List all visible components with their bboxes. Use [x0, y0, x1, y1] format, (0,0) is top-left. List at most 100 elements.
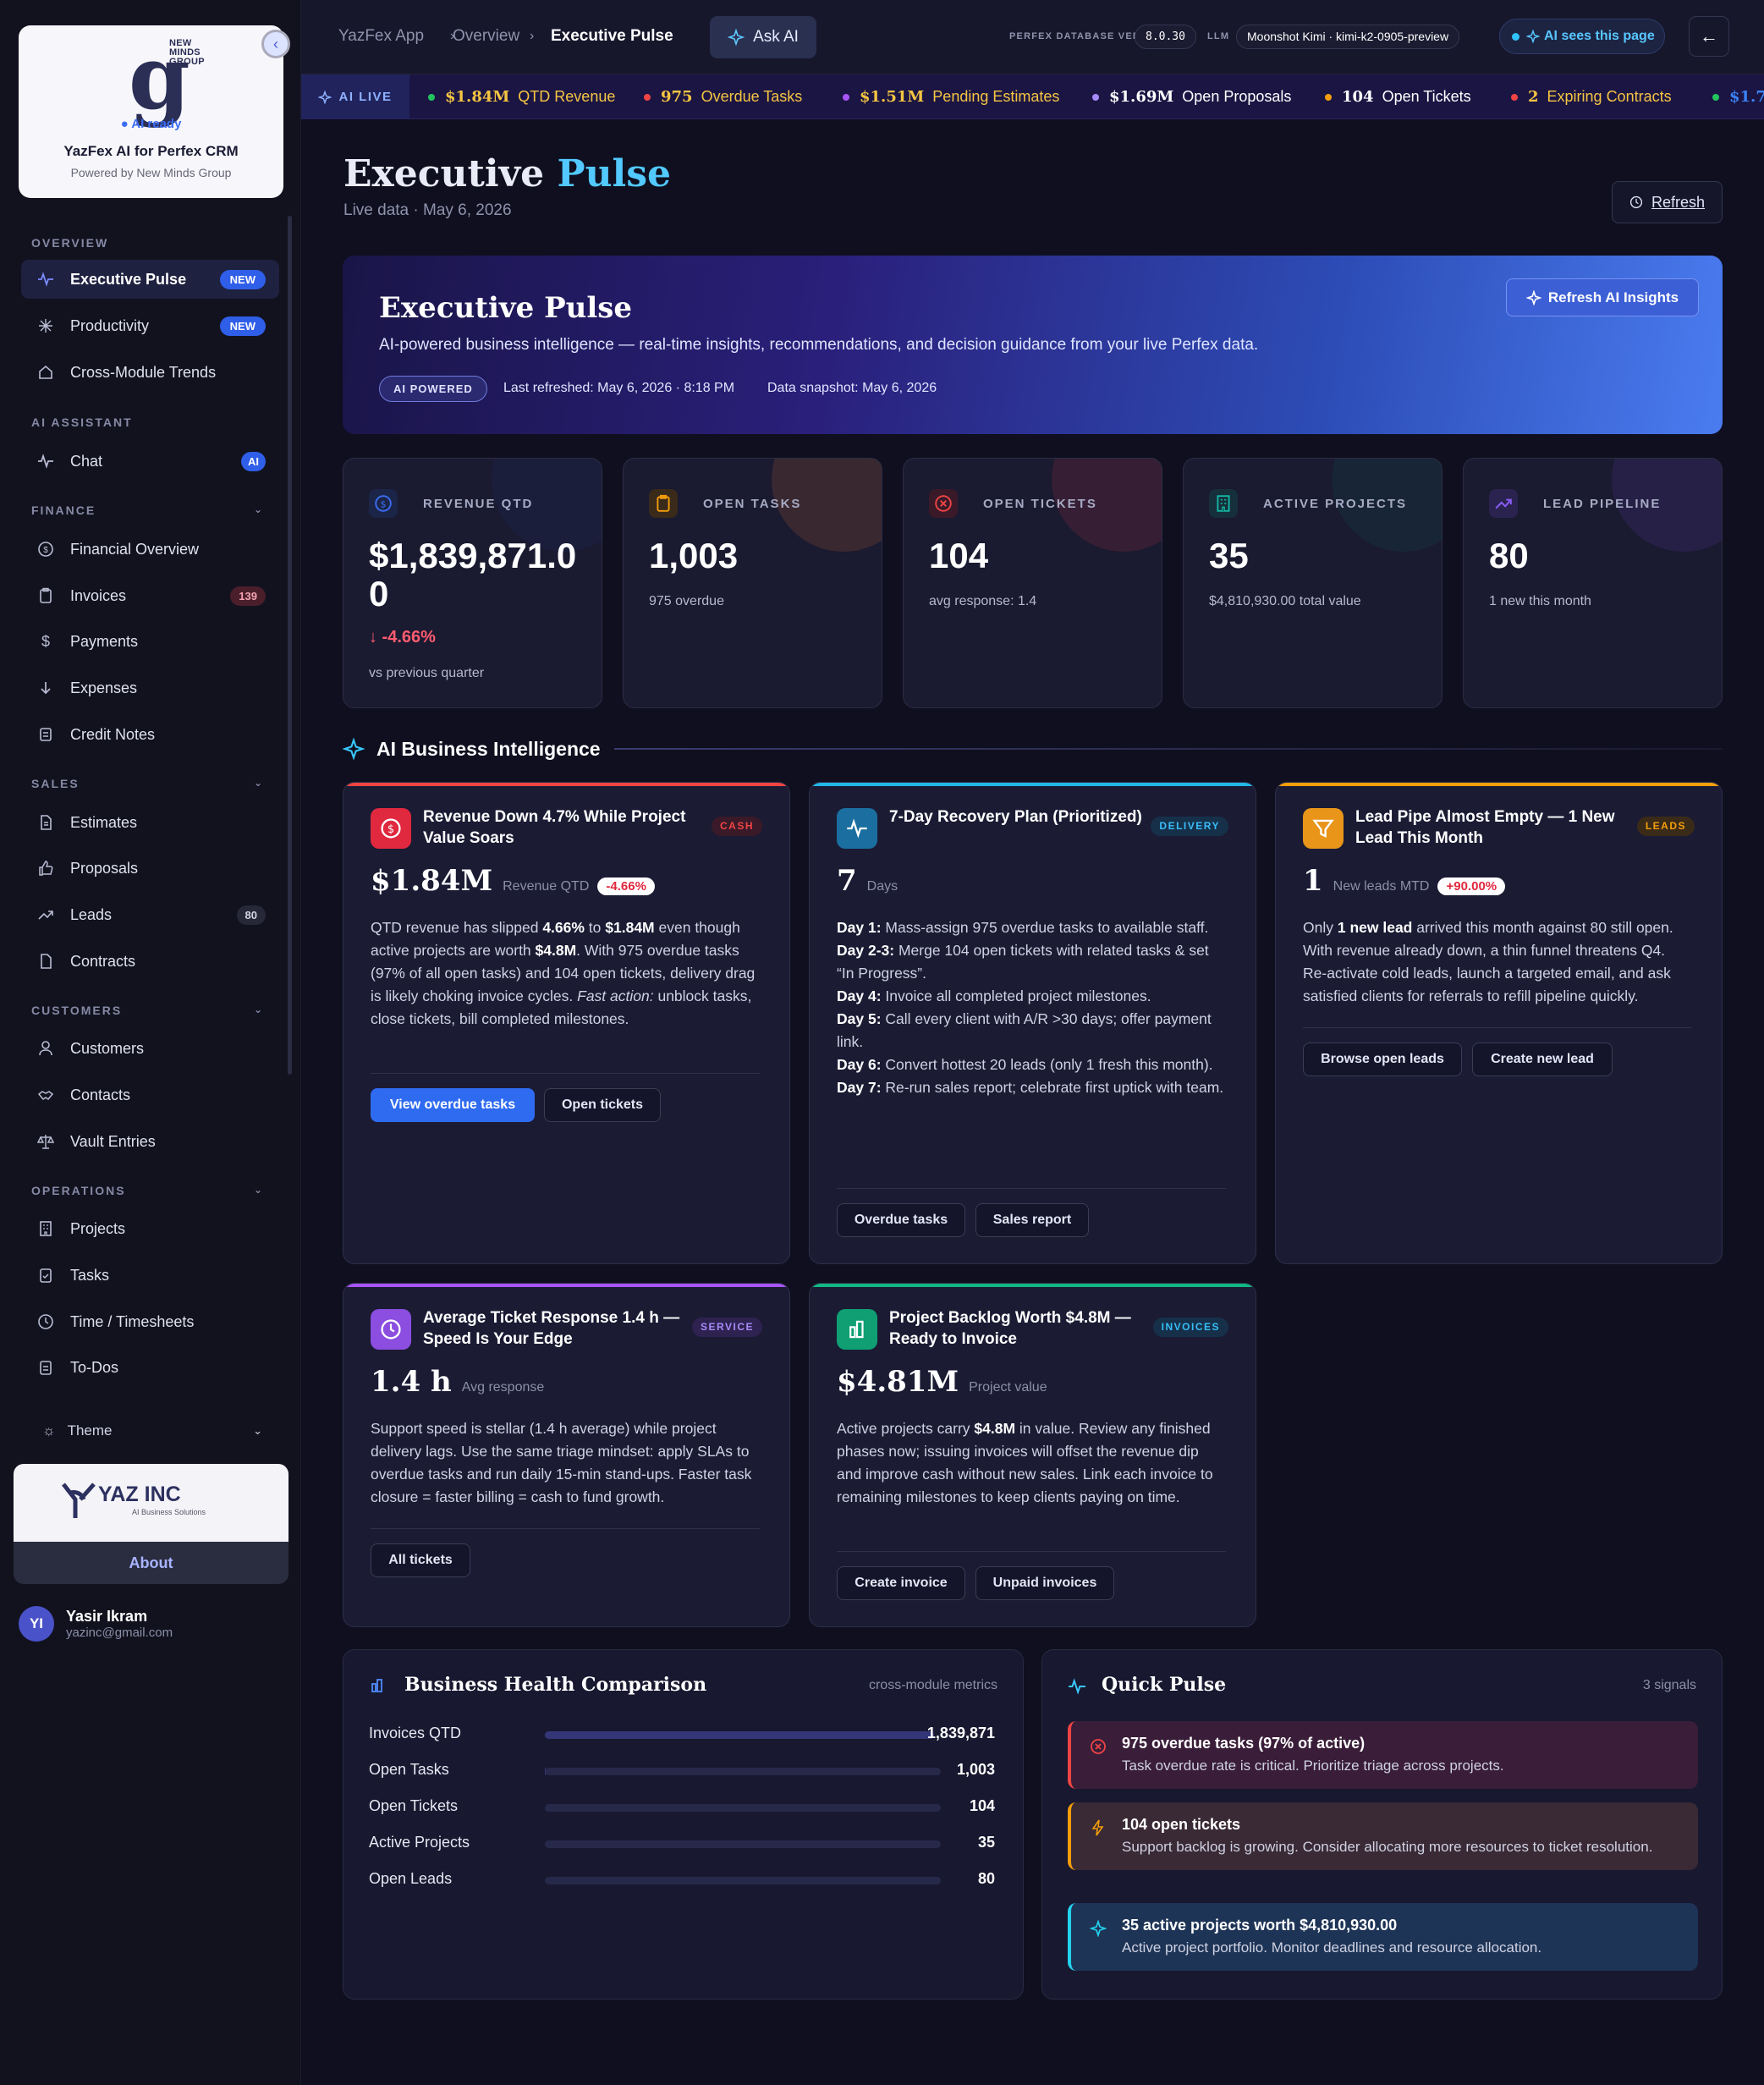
insight-revenue: $ Revenue Down 4.7% While Project Value … [343, 782, 790, 1264]
collapse-sidebar-button[interactable]: ‹ [261, 30, 290, 58]
refresh-button[interactable]: Refresh [1612, 181, 1723, 223]
unpaid-invoices-button[interactable]: Unpaid invoices [975, 1566, 1114, 1600]
section-operations[interactable]: OPERATIONS ⌄ [31, 1184, 262, 1197]
breadcrumb-app[interactable]: YazFex App [338, 27, 424, 46]
refresh-ai-insights-button[interactable]: Refresh AI Insights [1506, 278, 1699, 316]
section-finance[interactable]: FINANCE ⌄ [31, 503, 262, 517]
sidebar-item-to-dos[interactable]: To-Dos [21, 1348, 279, 1387]
sidebar-item-tasks[interactable]: Tasks [21, 1256, 279, 1295]
count-badge: 139 [230, 586, 266, 606]
chevron-down-icon: ⌄ [254, 503, 265, 515]
sidebar-item-expenses[interactable]: Expenses [21, 668, 279, 707]
sidebar-item-contracts[interactable]: Contracts [21, 942, 279, 981]
recovery-plan-list: Day 1: Mass-assign 975 overdue tasks to … [837, 916, 1226, 1099]
brand-card: g NEW MINDS GROUP ‹ ● AI ready YazFex AI f… [19, 25, 290, 198]
create-invoice-button[interactable]: Create invoice [837, 1566, 965, 1600]
health-row: Open Tasks 1,003 [369, 1761, 995, 1783]
signal-desc: Active project portfolio. Monitor deadli… [1122, 1939, 1542, 1956]
sidebar-item-leads[interactable]: Leads 80 [21, 895, 279, 934]
section-customers[interactable]: CUSTOMERS ⌄ [31, 1004, 262, 1017]
plan-step: Day 4: Invoice all completed project mil… [837, 987, 1151, 1004]
ticker-item[interactable]: 104 Open Tickets [1325, 88, 1471, 106]
dollar-icon: $ [41, 632, 50, 650]
sidebar-item-productivity[interactable]: Productivity NEW [21, 306, 279, 345]
sales-report-button[interactable]: Sales report [975, 1203, 1089, 1237]
sidebar-item-financial-overview[interactable]: $ Financial Overview [21, 530, 279, 569]
all-tickets-button[interactable]: All tickets [371, 1543, 470, 1577]
llm-model-pill[interactable]: Moonshot Kimi · kimi-k2-0905-preview [1236, 25, 1460, 49]
chart-bar-icon [371, 1679, 382, 1692]
chevron-down-icon: ⌄ [254, 777, 265, 789]
building-icon [1209, 489, 1238, 518]
sidebar-item-label: Projects [70, 1219, 126, 1237]
sidebar-item-executive-pulse[interactable]: Executive Pulse NEW [21, 260, 279, 299]
sidebar-item-credit-notes[interactable]: Credit Notes [21, 715, 279, 754]
sidebar-scrollbar[interactable] [288, 216, 292, 1075]
view-overdue-tasks-button[interactable]: View overdue tasks [371, 1088, 535, 1122]
sidebar-item-label: Productivity [70, 316, 150, 334]
user-profile[interactable]: YI Yasir Ikram yazinc@gmail.com [19, 1606, 173, 1642]
funnel-icon [1303, 808, 1344, 849]
ticker-item[interactable]: 975 Overdue Tasks [644, 88, 802, 106]
svg-text:$: $ [43, 546, 48, 555]
last-refreshed: Last refreshed: May 6, 2026 · 8:18 PM [503, 381, 735, 395]
kpi-active-projects[interactable]: ACTIVE PROJECTS 35 $4,810,930.00 total v… [1183, 458, 1443, 708]
ask-ai-button[interactable]: Ask AI [710, 16, 816, 58]
sidebar-item-contacts[interactable]: Contacts [21, 1076, 279, 1114]
kpi-revenue-qtd[interactable]: $ REVENUE QTD $1,839,871.00 ↓ -4.66% vs … [343, 458, 602, 708]
sidebar-item-proposals[interactable]: Proposals [21, 849, 279, 888]
ticker-item[interactable]: $1.84M QTD Revenue [428, 88, 615, 106]
ticker-item[interactable]: 2 Expiring Contracts [1511, 88, 1672, 106]
ai-sees-page-toggle[interactable]: AI sees this page [1499, 19, 1665, 54]
insight-title: Lead Pipe Almost Empty — 1 New Lead This… [1355, 808, 1615, 847]
back-arrow-button[interactable]: ← [1689, 16, 1729, 57]
sidebar-item-vault-entries[interactable]: Vault Entries [21, 1122, 279, 1161]
health-bar-fill [545, 1731, 934, 1739]
ticker-item[interactable]: $1.7 [1712, 88, 1764, 106]
sidebar-item-cross-module-trends[interactable]: Cross-Module Trends [21, 353, 279, 392]
breadcrumb-overview[interactable]: Overview [453, 27, 519, 46]
about-button[interactable]: About [14, 1542, 289, 1584]
plan-step: Day 6: Convert hottest 20 leads (only 1 … [837, 1056, 1213, 1073]
ask-ai-label: Ask AI [753, 28, 799, 46]
overdue-tasks-button[interactable]: Overdue tasks [837, 1203, 965, 1237]
sidebar-item-customers[interactable]: Customers [21, 1029, 279, 1068]
sidebar-item-label: Financial Overview [70, 540, 200, 558]
ai-badge: AI [241, 452, 266, 471]
sparkle-icon [728, 29, 745, 46]
theme-selector[interactable]: ☼ Theme ⌄ [42, 1418, 262, 1444]
kpi-open-tasks[interactable]: OPEN TASKS 1,003 975 overdue [623, 458, 882, 708]
sidebar-item-estimates[interactable]: Estimates [21, 803, 279, 842]
sidebar-item-invoices[interactable]: Invoices 139 [21, 576, 279, 615]
insight-tag: SERVICE [692, 1318, 762, 1337]
db-version-value: 8.0.30 [1135, 25, 1196, 49]
plan-step: Day 7: Re-run sales report; celebrate fi… [837, 1079, 1224, 1096]
pulse-signal[interactable]: 104 open tickets Support backlog is growi… [1068, 1802, 1698, 1870]
health-value: 1,003 [956, 1761, 995, 1778]
pulse-signal[interactable]: 35 active projects worth $4,810,930.00 Ac… [1068, 1903, 1698, 1971]
sidebar-item-label: Executive Pulse [70, 270, 187, 288]
health-label: Open Tasks [369, 1761, 449, 1778]
open-tickets-button[interactable]: Open tickets [544, 1088, 661, 1122]
chart-bar-icon [837, 1309, 877, 1350]
insight-title: Average Ticket Response 1.4 h — Speed Is… [423, 1309, 680, 1348]
sidebar-item-time-timesheets[interactable]: Time / Timesheets [21, 1302, 279, 1341]
ticker-label: Open Proposals [1182, 88, 1292, 105]
kpi-lead-pipeline[interactable]: LEAD PIPELINE 80 1 new this month [1463, 458, 1723, 708]
panel-meta: cross-module metrics [868, 1678, 997, 1692]
section-sales[interactable]: SALES ⌄ [31, 777, 262, 790]
sidebar-item-projects[interactable]: Projects [21, 1209, 279, 1248]
kpi-delta: ↓ -4.66% [369, 628, 436, 646]
create-new-lead-button[interactable]: Create new lead [1472, 1042, 1613, 1076]
kpi-open-tickets[interactable]: OPEN TICKETS 104 avg response: 1.4 [903, 458, 1162, 708]
health-value: 80 [977, 1870, 995, 1887]
sidebar-item-chat[interactable]: Chat AI [21, 442, 279, 481]
health-label: Active Projects [369, 1834, 470, 1851]
sidebar-item-payments[interactable]: $ Payments [21, 622, 279, 661]
health-row: Open Tickets 104 [369, 1797, 995, 1819]
pulse-signal[interactable]: 975 overdue tasks (97% of active) Task ov… [1068, 1721, 1698, 1789]
ticker-item[interactable]: $1.51M Pending Estimates [843, 88, 1059, 106]
browse-open-leads-button[interactable]: Browse open leads [1303, 1042, 1462, 1076]
sidebar-item-label: Contacts [70, 1086, 131, 1103]
ticker-item[interactable]: $1.69M Open Proposals [1092, 88, 1291, 106]
